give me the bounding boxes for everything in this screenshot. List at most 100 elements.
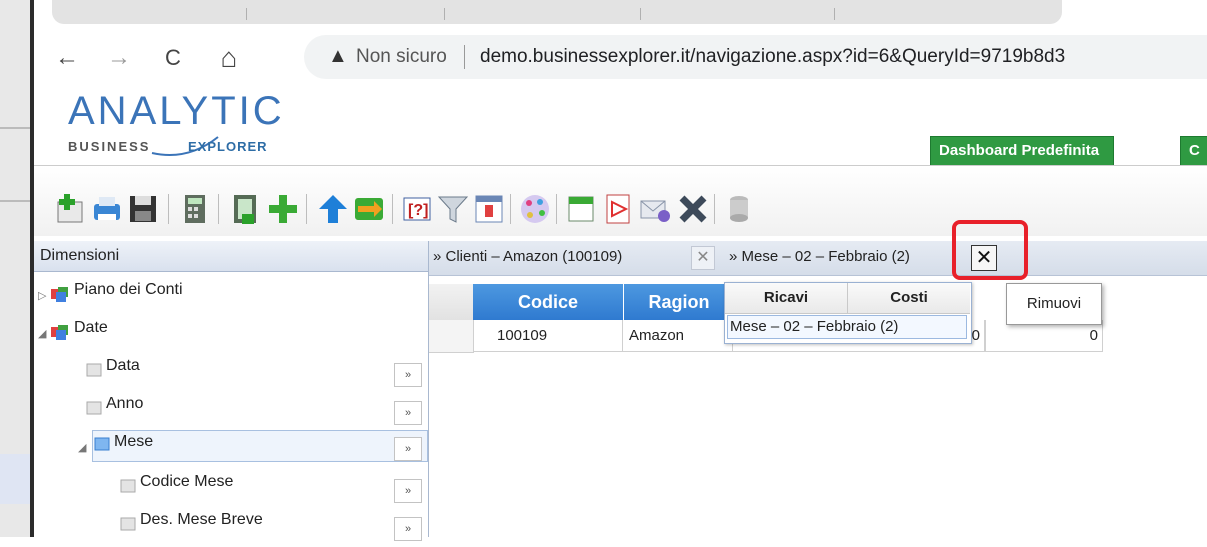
- swap-icon[interactable]: [352, 192, 386, 226]
- strip-selected-item[interactable]: [0, 454, 30, 504]
- tab-c[interactable]: C: [1180, 136, 1207, 165]
- tree-item-anno[interactable]: Anno »: [34, 395, 428, 431]
- filter-crumb-clienti[interactable]: » Clienti – Amazon (100109): [433, 248, 622, 265]
- email-icon[interactable]: [638, 192, 672, 226]
- svg-text:[?]: [?]: [408, 202, 428, 219]
- logo-explorer-text: EXPLORER: [188, 139, 268, 154]
- tree-item-piano-dei-conti[interactable]: ▷ Piano dei Conti: [34, 281, 428, 317]
- tree-item-label[interactable]: Codice Mese: [140, 473, 233, 491]
- tab-separator: [640, 8, 641, 20]
- browser-navbar: ← → C ⌂ ▲ Non sicuro demo.businessexplor…: [34, 27, 1207, 87]
- attribute-cube-icon: [120, 517, 136, 531]
- toolbar-separator: [510, 194, 511, 224]
- pdf-icon[interactable]: [602, 192, 636, 226]
- add-to-grid-button[interactable]: »: [394, 401, 422, 425]
- tree-item-label[interactable]: Piano dei Conti: [74, 281, 183, 299]
- toolbar-separator: [714, 194, 715, 224]
- url-text[interactable]: demo.businessexplorer.it/navigazione.asp…: [480, 46, 1065, 68]
- tree-item-mese[interactable]: ◢ Mese »: [34, 433, 428, 469]
- calculator-icon[interactable]: [178, 192, 212, 226]
- report-icon[interactable]: [472, 192, 506, 226]
- add-to-grid-button[interactable]: »: [394, 517, 422, 541]
- tab-dashboard-predefinita[interactable]: Dashboard Predefinita: [930, 136, 1114, 165]
- annotation-highlight-box: [952, 220, 1028, 280]
- forward-icon[interactable]: →: [104, 43, 134, 73]
- toolbar-separator: [218, 194, 219, 224]
- database-icon[interactable]: [722, 192, 756, 226]
- collapse-arrow-icon[interactable]: ◢: [38, 327, 46, 340]
- row-header: [429, 320, 474, 353]
- analytic-logo: ANALYTIC BUSINESS EXPLORER: [68, 89, 328, 156]
- filter-crumb-mese[interactable]: » Mese – 02 – Febbraio (2): [729, 248, 910, 265]
- add-to-grid-button[interactable]: »: [394, 363, 422, 387]
- toolbar-separator: [306, 194, 307, 224]
- tree-item-data[interactable]: Data »: [34, 357, 428, 393]
- tab-separator: [444, 8, 445, 20]
- home-icon[interactable]: ⌂: [214, 43, 244, 73]
- popup-header-costi[interactable]: Costi: [848, 283, 970, 314]
- filter-icon[interactable]: [436, 192, 470, 226]
- warning-icon[interactable]: ▲: [328, 45, 348, 68]
- app-header: ANALYTIC BUSINESS EXPLORER Dashboard Pre…: [34, 87, 1207, 165]
- drop-popup: Ricavi Costi Mese – 02 – Febbraio (2): [724, 282, 972, 344]
- security-label[interactable]: Non sicuro: [356, 46, 447, 68]
- tree-item-label[interactable]: Date: [74, 319, 108, 337]
- tree-item-des-mese-breve[interactable]: Des. Mese Breve »: [34, 511, 428, 547]
- column-header-ragione[interactable]: Ragion: [624, 284, 735, 320]
- cell-ragione[interactable]: Amazon: [623, 320, 733, 352]
- attribute-cube-icon: [120, 479, 136, 493]
- tooltip-rimuovi: Rimuovi: [1006, 283, 1102, 325]
- export-excel-icon[interactable]: [228, 192, 262, 226]
- cell-codice[interactable]: 100109: [473, 320, 623, 352]
- attribute-cube-icon: [86, 401, 102, 415]
- calendar-icon[interactable]: [564, 192, 598, 226]
- help-icon[interactable]: [?]: [400, 192, 434, 226]
- filter-breadcrumb-bar: » Clienti – Amazon (100109) ✕ » Mese – 0…: [429, 241, 1207, 276]
- collapse-arrow-icon[interactable]: ◢: [78, 441, 86, 454]
- strip-divider: [0, 200, 30, 202]
- browser-tab[interactable]: [52, 0, 1062, 24]
- dimensions-panel: Dimensioni ▷ Piano dei Conti ◢ Date Data…: [34, 241, 429, 541]
- column-header-codice[interactable]: Codice: [473, 284, 624, 320]
- tab-separator: [246, 8, 247, 20]
- up-arrow-icon[interactable]: [316, 192, 350, 226]
- grid-corner: [429, 284, 474, 320]
- address-separator: [464, 45, 465, 69]
- attribute-cube-icon: [94, 437, 110, 451]
- logo-business-text: BUSINESS: [68, 139, 151, 154]
- popup-header-ricavi[interactable]: Ricavi: [725, 283, 848, 314]
- address-bar[interactable]: ▲ Non sicuro demo.businessexplorer.it/na…: [304, 35, 1207, 79]
- reload-icon[interactable]: C: [158, 43, 188, 73]
- browser-tab-strip: [34, 0, 1207, 27]
- attribute-cube-icon: [86, 363, 102, 377]
- tree-item-label[interactable]: Des. Mese Breve: [140, 511, 263, 529]
- tree-item-codice-mese[interactable]: Codice Mese »: [34, 473, 428, 509]
- remove-filter-icon[interactable]: ✕: [691, 246, 715, 270]
- delete-icon[interactable]: [676, 192, 710, 226]
- print-icon[interactable]: [90, 192, 124, 226]
- main-toolbar: [?]: [34, 165, 1207, 236]
- dimension-cube-icon: [51, 325, 68, 340]
- toolbar-separator: [168, 194, 169, 224]
- popup-item-mese[interactable]: Mese – 02 – Febbraio (2): [727, 315, 967, 339]
- add-to-grid-button[interactable]: »: [394, 437, 422, 461]
- toolbar-separator: [556, 194, 557, 224]
- tree-item-date[interactable]: ◢ Date: [34, 319, 428, 355]
- tree-item-label[interactable]: Mese: [114, 433, 153, 451]
- add-to-grid-button[interactable]: »: [394, 479, 422, 503]
- strip-divider: [0, 127, 30, 129]
- toolbar-separator: [392, 194, 393, 224]
- tree-item-label[interactable]: Data: [106, 357, 140, 375]
- desktop-left-strip: [0, 0, 30, 537]
- expand-arrow-icon[interactable]: ▷: [38, 289, 46, 302]
- dimensions-header: Dimensioni: [34, 241, 428, 272]
- add-icon[interactable]: [266, 192, 300, 226]
- tree-item-label[interactable]: Anno: [106, 395, 143, 413]
- back-icon[interactable]: ←: [52, 43, 82, 73]
- color-icon[interactable]: [518, 192, 552, 226]
- dimensions-title: Dimensioni: [40, 247, 120, 264]
- save-icon[interactable]: [126, 192, 160, 226]
- tab-separator: [834, 8, 835, 20]
- dimension-cube-icon: [51, 287, 68, 302]
- new-icon[interactable]: [54, 192, 88, 226]
